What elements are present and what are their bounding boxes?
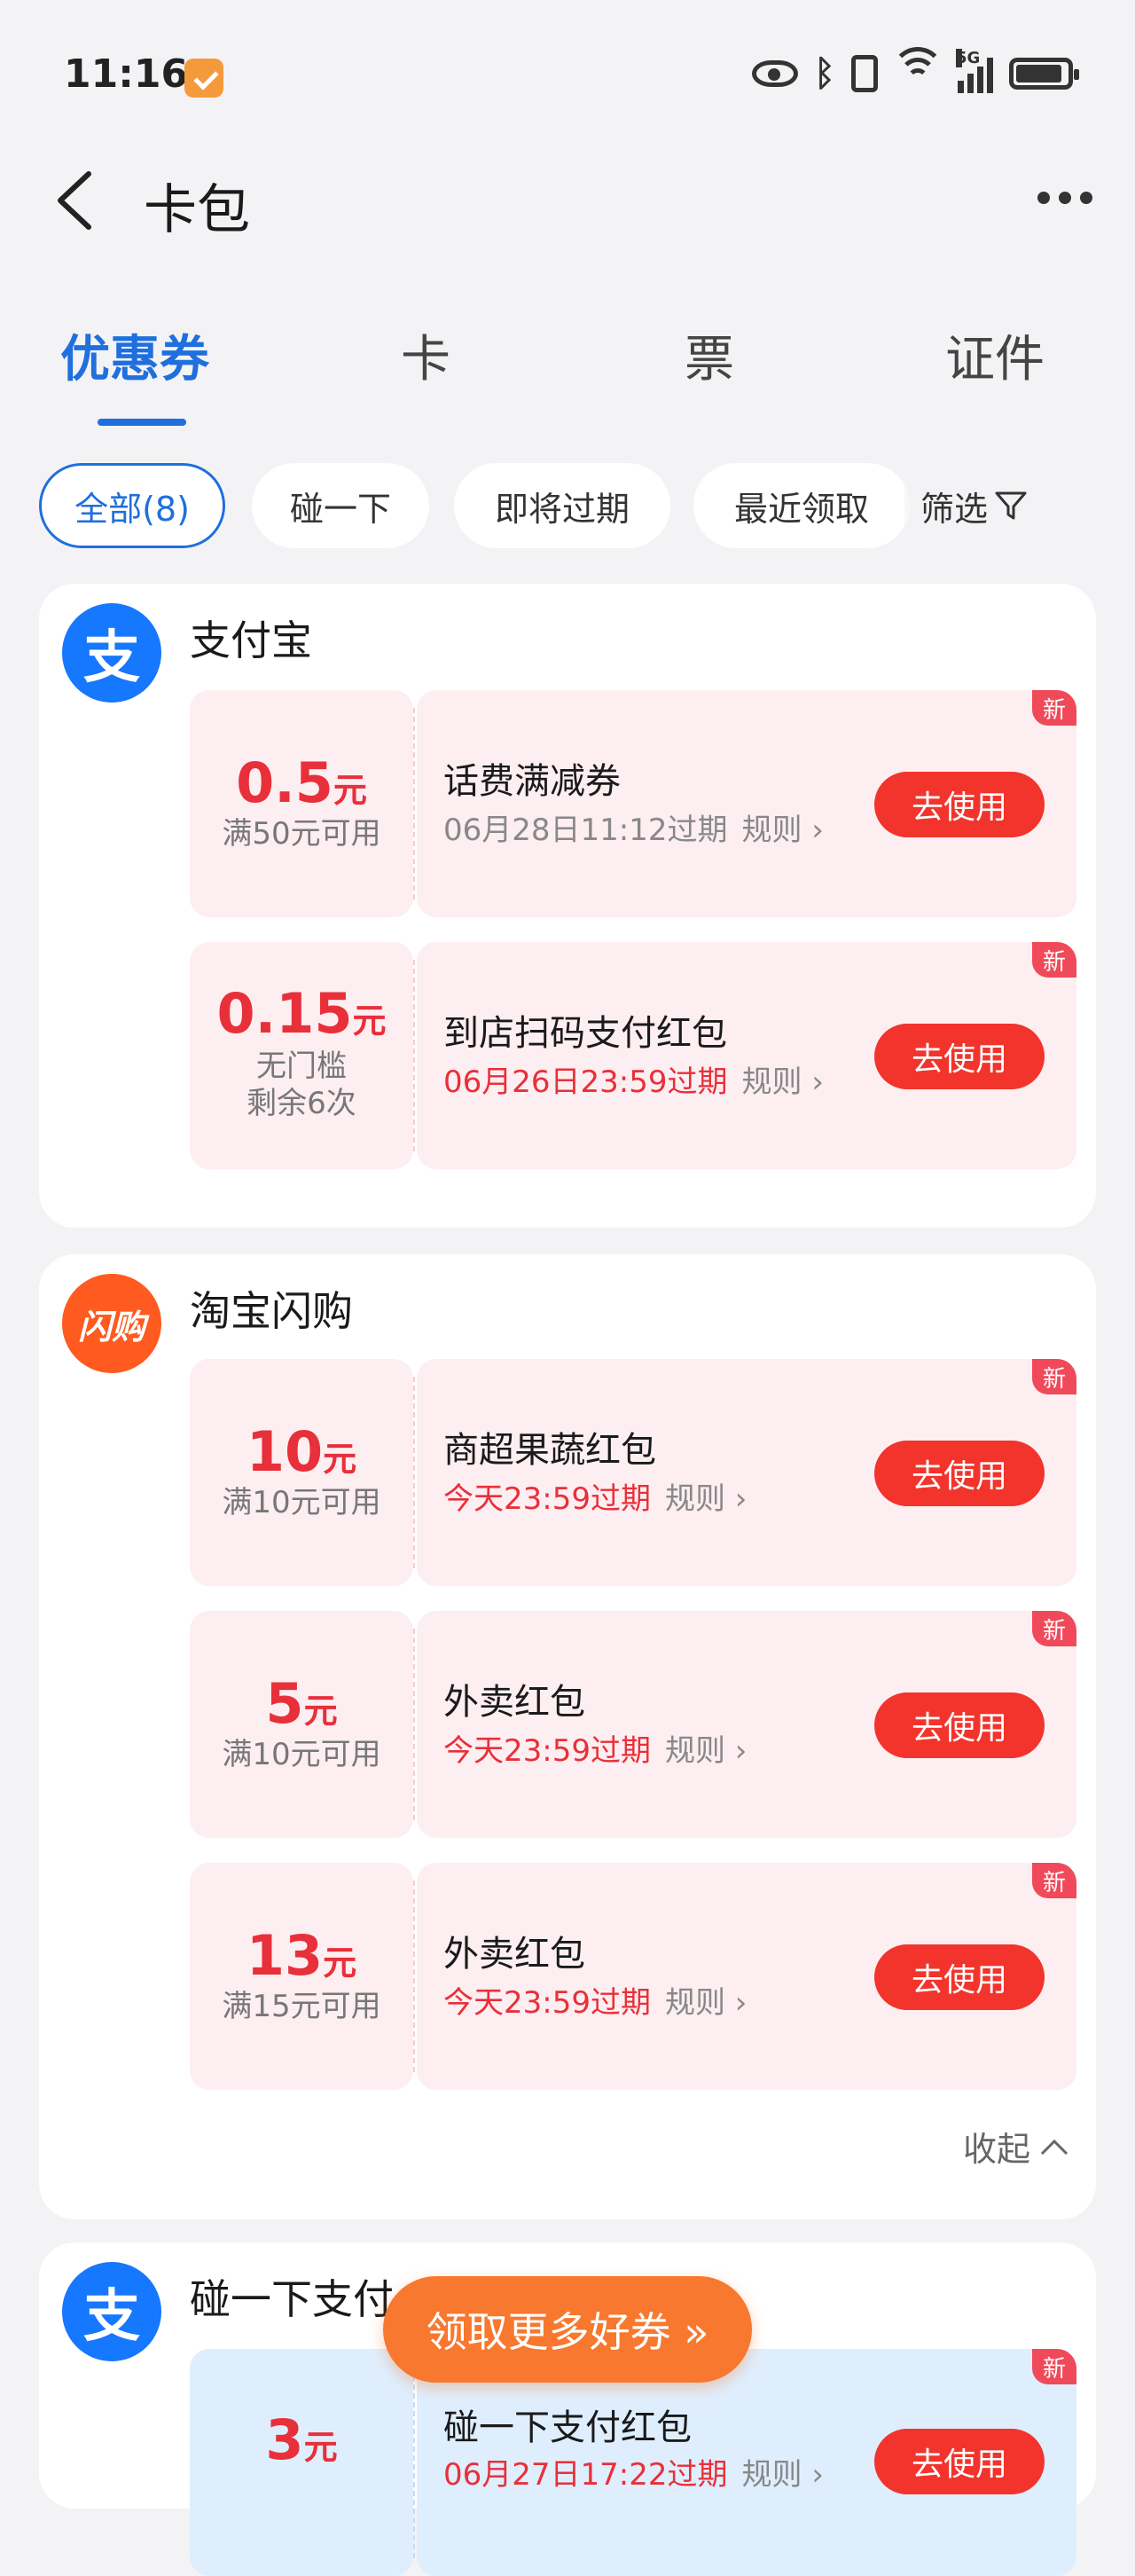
- coupon-title: 外卖红包: [443, 1934, 585, 1975]
- more-options-icon[interactable]: [1037, 185, 1094, 211]
- use-coupon-button[interactable]: 去使用: [874, 1692, 1045, 1758]
- coupon-condition: 满10元可用: [222, 1737, 381, 1772]
- coupon-condition: 满10元可用: [222, 1485, 381, 1520]
- coupon-item: 0.5元 满50元可用 话费满减券 06月28日11:12过期 规则 › 去使用…: [190, 690, 1076, 917]
- brand-name: 淘宝闪购: [190, 1287, 353, 1335]
- signal-icon: 5G: [956, 49, 993, 93]
- coupon-condition: 满15元可用: [222, 1989, 381, 2024]
- coupon-condition: 满50元可用: [222, 816, 381, 852]
- network-type: 5G: [956, 49, 981, 67]
- vibrate-icon: [851, 55, 878, 92]
- shield-icon: [184, 59, 223, 98]
- coupon-rule-link[interactable]: 规则 ›: [665, 1726, 747, 1770]
- taobao-flash-logo: 闪购: [62, 1274, 161, 1373]
- filter-button[interactable]: 筛选: [904, 463, 1029, 548]
- coupon-title: 碰一下支付红包: [443, 2407, 692, 2448]
- use-coupon-button[interactable]: 去使用: [874, 1024, 1045, 1089]
- chip-tap[interactable]: 碰一下: [252, 463, 429, 548]
- coupon-rule-link[interactable]: 规则 ›: [742, 2450, 824, 2494]
- battery-icon: [1009, 58, 1079, 90]
- coupon-rule-link[interactable]: 规则 ›: [665, 1978, 747, 2022]
- coupon-expire: 06月28日11:12过期: [443, 813, 728, 848]
- coupon-item: 0.15元 无门槛 剩余6次 到店扫码支付红包 06月26日23:59过期 规则…: [190, 942, 1076, 1169]
- coupon-expire: 今天23:59过期: [443, 1481, 651, 1517]
- coupon-group-taobao: 闪购 淘宝闪购 10元 满10元可用 商超果蔬红包 今天23:59过期 规则 ›…: [39, 1254, 1096, 2219]
- coupon-expire: 06月27日17:22过期: [443, 2457, 728, 2493]
- coupon-remaining: 剩余6次: [247, 1086, 356, 1121]
- coupon-amount: 10元: [246, 1419, 357, 1484]
- coupon-title: 外卖红包: [443, 1682, 585, 1723]
- coupon-group-alipay: 支 支付宝 0.5元 满50元可用 话费满减券 06月28日11:12过期 规则…: [39, 584, 1096, 1228]
- use-coupon-button[interactable]: 去使用: [874, 772, 1045, 837]
- brand-name: 支付宝: [190, 617, 312, 664]
- tab-certificates[interactable]: 证件: [945, 319, 1045, 391]
- alipay-logo: 支: [62, 2262, 161, 2361]
- coupon-item: 5元 满10元可用 外卖红包 今天23:59过期 规则 › 去使用 新: [190, 1611, 1076, 1838]
- chip-recent[interactable]: 最近领取: [693, 463, 910, 548]
- page-title: 卡包: [144, 179, 250, 241]
- coupon-amount: 3元: [265, 2407, 338, 2472]
- collapse-label: 收起: [962, 2130, 1030, 2169]
- new-badge: 新: [1032, 1863, 1076, 1898]
- status-time: 11:16: [64, 51, 189, 97]
- coupon-condition: 无门槛: [256, 1048, 347, 1084]
- active-tab-indicator: [98, 419, 186, 426]
- new-badge: 新: [1032, 1359, 1076, 1394]
- coupon-expire: 06月26日23:59过期: [443, 1064, 728, 1100]
- coupon-item: 3元 碰一下支付红包 06月27日17:22过期 规则 › 去使用 新: [190, 2349, 1076, 2576]
- coupon-expire: 今天23:59过期: [443, 1733, 651, 1769]
- brand-name: 碰一下支付: [190, 2275, 394, 2323]
- coupon-amount: 5元: [265, 1671, 338, 1736]
- status-bar: 11:16 ᛒ 5G: [0, 0, 1135, 151]
- alipay-logo: 支: [62, 603, 161, 703]
- coupon-amount: 13元: [246, 1923, 357, 1988]
- coupon-title: 商超果蔬红包: [443, 1430, 656, 1471]
- status-icons: ᛒ 5G: [752, 47, 1079, 96]
- tab-tickets[interactable]: 票: [685, 319, 734, 391]
- eye-icon: [752, 60, 798, 87]
- tab-bar: 优惠券 卡 票 证件: [0, 319, 1135, 426]
- bluetooth-icon: ᛒ: [814, 53, 835, 94]
- coupon-amount: 0.15元: [216, 981, 387, 1046]
- chevron-up-icon: [1040, 2139, 1068, 2155]
- tab-cards[interactable]: 卡: [401, 319, 450, 391]
- wifi-icon: [891, 47, 944, 93]
- filter-icon: [995, 491, 1027, 520]
- coupon-rule-link[interactable]: 规则 ›: [742, 805, 824, 849]
- use-coupon-button[interactable]: 去使用: [874, 1944, 1045, 2010]
- collapse-button[interactable]: 收起: [963, 2122, 1069, 2171]
- chip-expiring[interactable]: 即将过期: [454, 463, 670, 548]
- coupon-title: 话费满减券: [443, 761, 621, 802]
- tab-coupons[interactable]: 优惠券: [60, 319, 209, 391]
- back-arrow-icon[interactable]: [53, 169, 96, 232]
- new-badge: 新: [1032, 942, 1076, 978]
- get-more-coupons-button[interactable]: 领取更多好券 »: [383, 2276, 752, 2383]
- new-badge: 新: [1032, 1611, 1076, 1646]
- coupon-expire: 今天23:59过期: [443, 1985, 651, 2021]
- coupon-title: 到店扫码支付红包: [443, 1013, 727, 1054]
- use-coupon-button[interactable]: 去使用: [874, 2429, 1045, 2494]
- new-badge: 新: [1032, 690, 1076, 726]
- coupon-item: 10元 满10元可用 商超果蔬红包 今天23:59过期 规则 › 去使用 新: [190, 1359, 1076, 1586]
- filter-label: 筛选: [920, 489, 989, 529]
- chip-all[interactable]: 全部(8): [39, 463, 225, 548]
- new-badge: 新: [1032, 2349, 1076, 2384]
- coupon-rule-link[interactable]: 规则 ›: [665, 1474, 747, 1518]
- use-coupon-button[interactable]: 去使用: [874, 1441, 1045, 1506]
- coupon-item: 13元 满15元可用 外卖红包 今天23:59过期 规则 › 去使用 新: [190, 1863, 1076, 2090]
- coupon-rule-link[interactable]: 规则 ›: [742, 1057, 824, 1101]
- coupon-amount: 0.5元: [236, 750, 367, 815]
